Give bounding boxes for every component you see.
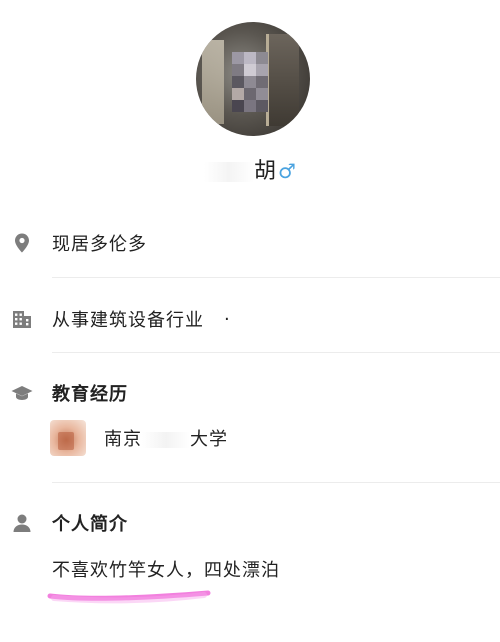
school-name-suffix: 大学 (190, 429, 228, 450)
avatar-background-door (202, 40, 224, 124)
profile-page: 胡 ♂ 现居多伦多 从事建筑设备行业 · 教育经历 南京 大学 个人简介 不喜欢… (0, 0, 500, 642)
occupation-trailing-mark: · (224, 308, 231, 330)
avatar-background-frame (266, 34, 299, 126)
bio-title: 个人简介 (52, 514, 128, 535)
bio-text: 不喜欢竹竿女人，四处漂泊 (52, 560, 280, 581)
school-logo (50, 420, 86, 456)
avatar[interactable] (196, 22, 310, 136)
avatar-mosaic (232, 52, 268, 112)
pink-highlight-stroke (47, 590, 211, 604)
school-item[interactable]: 南京 大学 (50, 420, 228, 456)
location-row: 现居多伦多 (10, 230, 147, 256)
education-header-row: 教育经历 (10, 380, 128, 406)
location-pin-icon (10, 231, 34, 255)
person-icon (10, 511, 34, 535)
divider (52, 482, 500, 483)
school-name-prefix: 南京 (104, 429, 142, 450)
profile-name-row: 胡 ♂ (0, 153, 500, 185)
divider (52, 352, 500, 353)
education-title: 教育经历 (52, 384, 128, 405)
school-name: 南京 大学 (104, 425, 228, 451)
location-text: 现居多伦多 (52, 234, 147, 255)
school-name-redaction (142, 432, 190, 448)
bio-header-row: 个人简介 (10, 510, 128, 536)
graduation-cap-icon (10, 381, 34, 405)
building-icon (10, 307, 34, 331)
divider (52, 277, 500, 278)
male-symbol-icon: ♂ (278, 159, 296, 183)
occupation-row: 从事建筑设备行业 · (10, 306, 231, 332)
profile-name: 胡 (254, 159, 277, 184)
name-redaction (204, 162, 255, 182)
occupation-text: 从事建筑设备行业 (52, 310, 204, 331)
